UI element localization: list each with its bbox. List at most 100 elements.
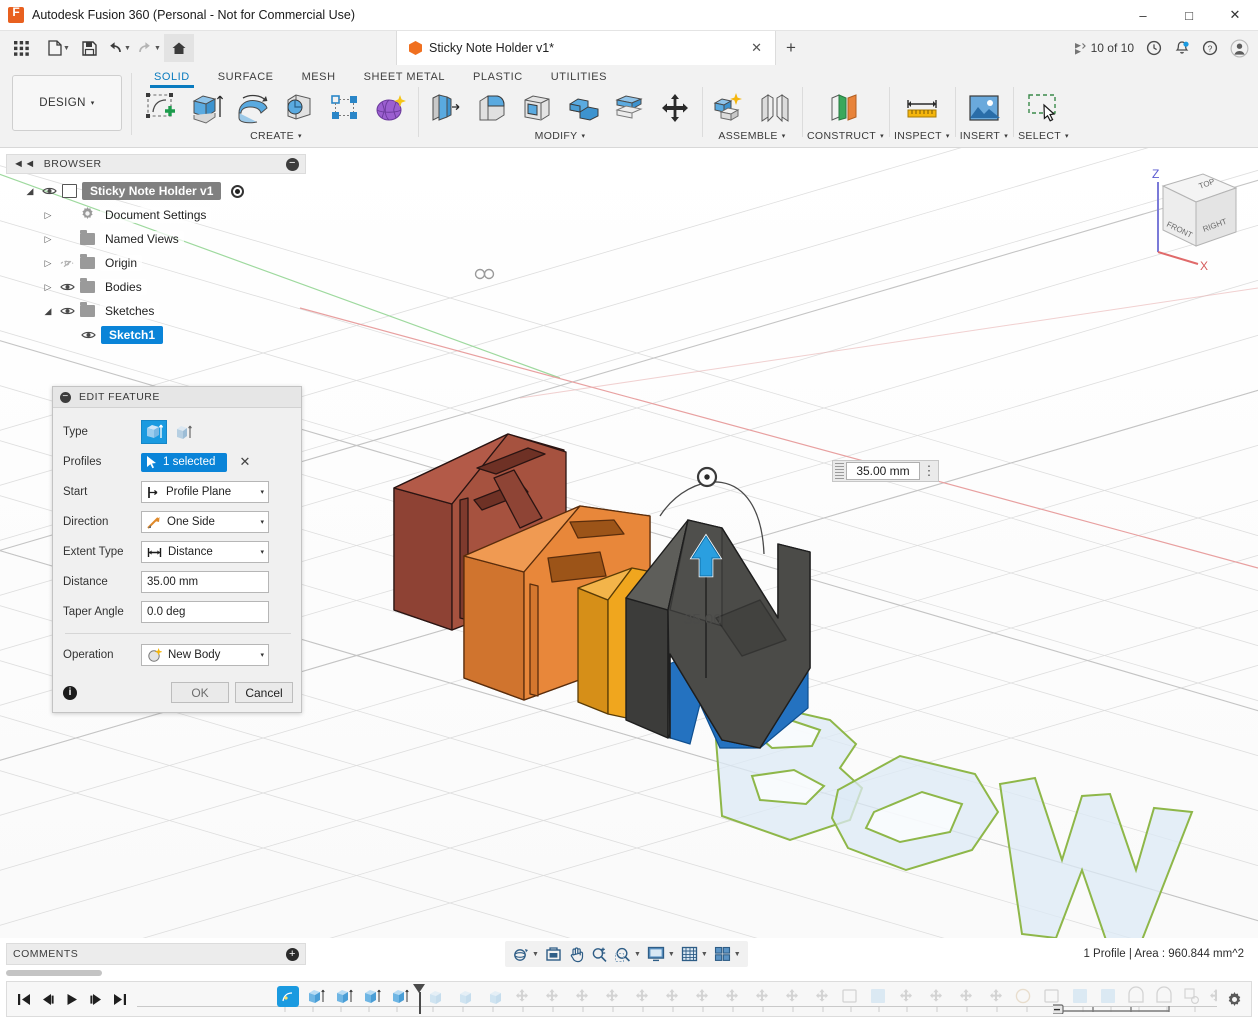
revolve-button[interactable] — [231, 87, 275, 129]
joint-button[interactable] — [753, 87, 797, 129]
visibility-eye-icon[interactable] — [80, 330, 96, 340]
cancel-button[interactable]: Cancel — [235, 682, 293, 703]
recent-button[interactable] — [1141, 34, 1167, 62]
operation-dropdown[interactable]: New Body ▾ — [141, 644, 269, 666]
new-component-button[interactable] — [707, 87, 751, 129]
chevron-down-icon[interactable]: ▼ — [668, 951, 675, 958]
minimize-button[interactable]: – — [1120, 0, 1166, 31]
browser-item-root[interactable]: ◢ Sticky Note Holder v1 — [6, 179, 306, 203]
view-cube[interactable]: TOP FRONT RIGHT Z X — [1128, 162, 1246, 273]
sweep-button[interactable] — [277, 87, 321, 129]
visibility-eye-off-icon[interactable] — [59, 258, 75, 269]
manipulator-options-icon[interactable]: ⋮ — [922, 464, 936, 478]
chevron-down-icon[interactable]: ▾ — [946, 132, 950, 140]
account-button[interactable] — [1225, 34, 1254, 62]
add-comment-icon[interactable]: + — [286, 947, 299, 961]
chevron-down-icon[interactable]: ▼ — [734, 951, 741, 958]
chevron-down-icon[interactable]: ▾ — [1065, 132, 1069, 140]
browser-item-named-views[interactable]: ▷ Named Views — [6, 227, 306, 251]
combine-button[interactable] — [561, 87, 605, 129]
extent-type-dropdown[interactable]: Distance ▾ — [141, 541, 269, 563]
help-button[interactable]: ? — [1197, 34, 1223, 62]
display-settings-button[interactable]: ▼ — [644, 942, 678, 966]
chevron-down-icon[interactable]: ▾ — [582, 132, 586, 140]
extrude-button[interactable] — [185, 87, 229, 129]
fillet-button[interactable] — [469, 87, 513, 129]
activate-component-radio[interactable] — [231, 184, 245, 198]
file-menu-button[interactable]: ▼ — [44, 34, 74, 62]
create-form-button[interactable] — [369, 87, 413, 129]
timeline-playhead-marker[interactable] — [413, 984, 426, 1014]
shell-button[interactable] — [515, 87, 559, 129]
start-dropdown[interactable]: Profile Plane ▾ — [141, 481, 269, 503]
job-status-button[interactable]: 10 of 10 — [1067, 34, 1139, 62]
pan-button[interactable] — [565, 942, 588, 966]
chevron-down-icon[interactable]: ▾ — [260, 651, 264, 659]
ok-button[interactable]: OK — [171, 682, 229, 703]
look-at-button[interactable] — [542, 942, 565, 966]
timeline-next-button[interactable] — [85, 987, 107, 1011]
home-button[interactable] — [164, 34, 194, 62]
orbit-button[interactable]: ▼ — [509, 942, 542, 966]
expander-closed-icon[interactable]: ▷ — [42, 234, 54, 245]
clear-selection-icon[interactable]: ✕ — [239, 454, 250, 470]
maximize-button[interactable]: □ — [1166, 0, 1212, 31]
browser-item-origin[interactable]: ▷ Origin — [6, 251, 306, 275]
chevron-down-icon[interactable]: ▼ — [532, 951, 539, 958]
new-tab-button[interactable]: + — [776, 31, 806, 65]
expander-open-icon[interactable]: ◢ — [42, 306, 54, 317]
chevron-down-icon[interactable]: ▾ — [260, 548, 264, 556]
visibility-eye-icon[interactable] — [59, 282, 75, 292]
extrude-profile-button[interactable] — [141, 420, 167, 444]
visibility-eye-icon[interactable] — [41, 186, 57, 196]
press-pull-button[interactable] — [423, 87, 467, 129]
timeline-zoom-slider[interactable] — [1053, 1002, 1171, 1014]
browser-minimize-icon[interactable]: − — [286, 157, 299, 171]
comments-bar[interactable]: COMMENTS + — [6, 943, 306, 965]
distance-input[interactable]: 35.00 mm — [141, 571, 269, 593]
browser-item-document-settings[interactable]: ▷ Document Settings — [6, 203, 306, 227]
chevron-down-icon[interactable]: ▾ — [782, 132, 786, 140]
manipulator-distance-input[interactable]: 35.00 mm — [846, 462, 920, 480]
document-tab[interactable]: Sticky Note Holder v1* ✕ — [396, 31, 776, 65]
undo-button[interactable]: ▼ — [104, 34, 134, 62]
chevron-down-icon[interactable]: ▼ — [701, 951, 708, 958]
offset-plane-button[interactable] — [823, 87, 867, 129]
pattern-button[interactable] — [323, 87, 367, 129]
horizontal-scrollbar[interactable] — [6, 970, 102, 976]
insert-image-button[interactable] — [962, 87, 1006, 129]
redo-button[interactable]: ▼ — [134, 34, 164, 62]
expander-closed-icon[interactable]: ▷ — [42, 258, 54, 269]
visibility-eye-icon[interactable] — [59, 306, 75, 316]
chevron-down-icon[interactable]: ▾ — [880, 132, 884, 140]
window-select-button[interactable] — [1021, 87, 1065, 129]
timeline-first-button[interactable] — [13, 987, 35, 1011]
taper-angle-input[interactable]: 0.0 deg — [141, 601, 269, 623]
offset-face-button[interactable] — [607, 87, 651, 129]
notifications-button[interactable] — [1169, 34, 1195, 62]
viewports-button[interactable]: ▼ — [711, 942, 744, 966]
extrude-taper-button[interactable] — [171, 420, 197, 444]
profiles-selection-chip[interactable]: 1 selected — [141, 452, 228, 472]
manipulator-input-group[interactable]: 35.00 mm ⋮ — [832, 460, 939, 482]
timeline-play-button[interactable] — [61, 987, 83, 1011]
grid-snaps-button[interactable]: ▼ — [678, 942, 711, 966]
save-button[interactable] — [74, 34, 104, 62]
workspace-selector[interactable]: DESIGN ▾ — [12, 75, 122, 131]
timeline-last-button[interactable] — [109, 987, 131, 1011]
timeline-prev-button[interactable] — [37, 987, 59, 1011]
expander-open-icon[interactable]: ◢ — [24, 186, 36, 197]
move-copy-button[interactable] — [653, 87, 697, 129]
direction-dropdown[interactable]: One Side ▾ — [141, 511, 269, 533]
timeline-settings-button[interactable] — [1217, 991, 1251, 1008]
chevron-down-icon[interactable]: ▾ — [260, 518, 264, 526]
close-button[interactable]: ✕ — [1212, 0, 1258, 31]
chevron-down-icon[interactable]: ▾ — [260, 488, 264, 496]
zoom-window-button[interactable]: ▼ — [611, 942, 644, 966]
dialog-collapse-icon[interactable]: − — [60, 391, 71, 403]
app-grid-button[interactable] — [6, 34, 36, 62]
create-sketch-button[interactable] — [139, 87, 183, 129]
drag-handle-icon[interactable] — [835, 463, 844, 479]
browser-item-sketch1[interactable]: Sketch1 — [6, 323, 306, 347]
expander-closed-icon[interactable]: ▷ — [42, 282, 54, 293]
